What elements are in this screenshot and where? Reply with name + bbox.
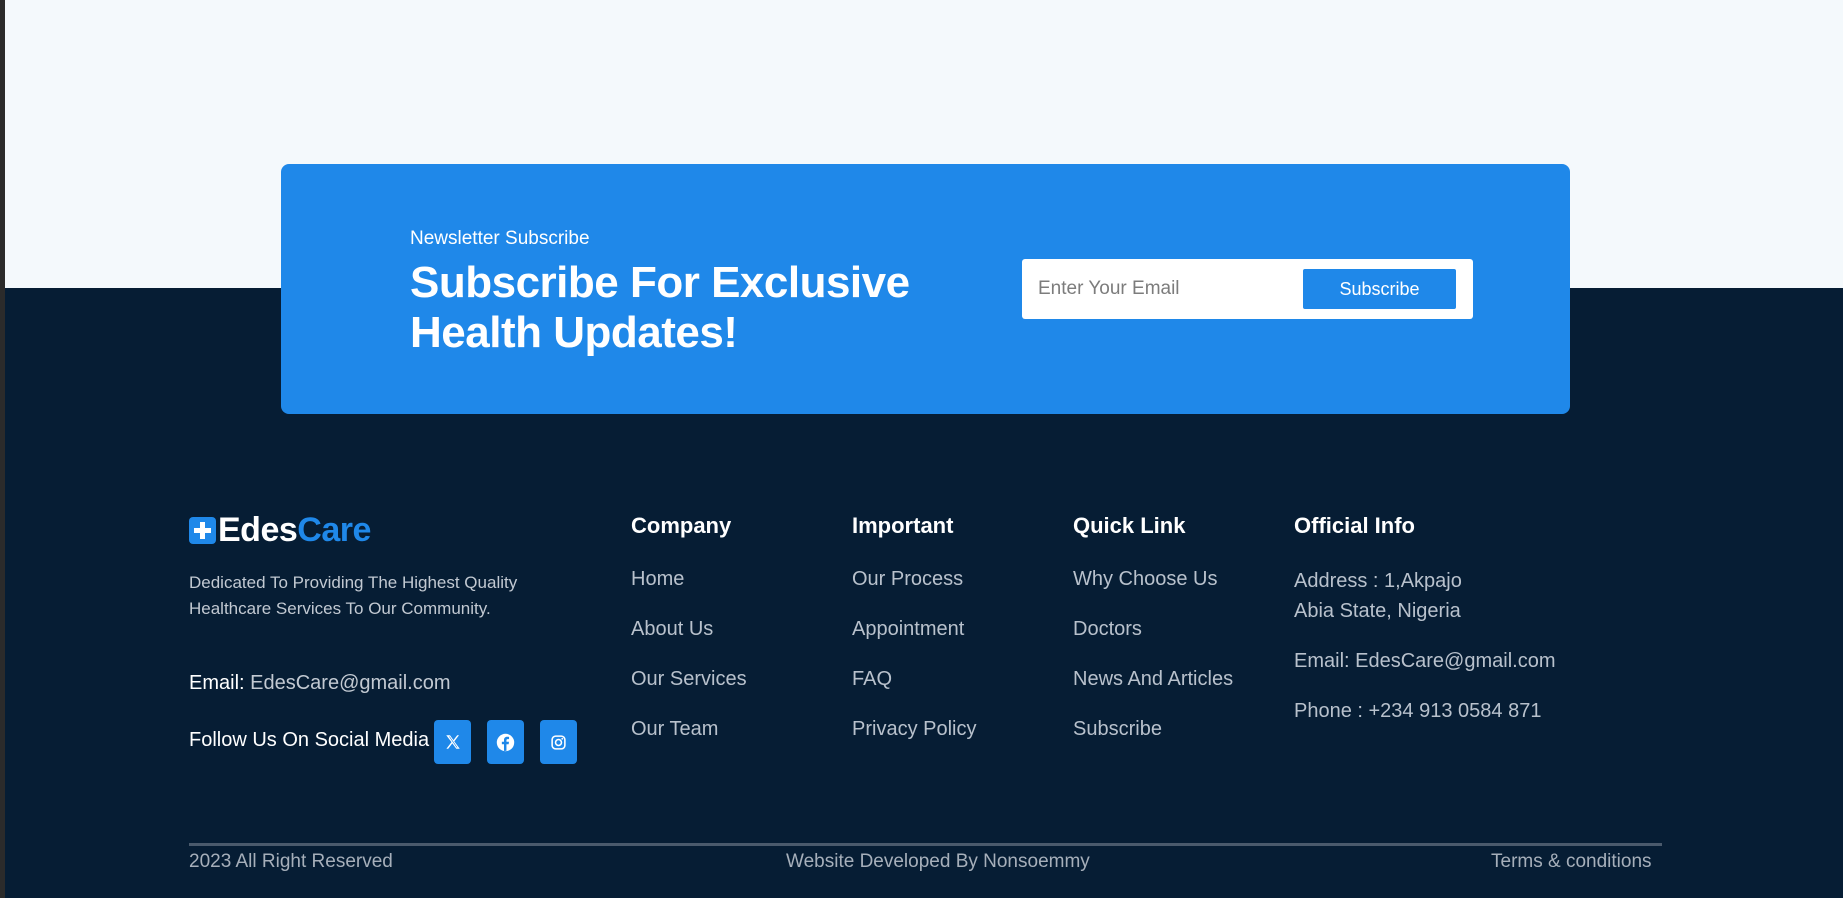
footer-column-quick-link: Quick Link Why Choose Us Doctors News An… (1073, 512, 1233, 766)
footer-column-company: Company Home About Us Our Services Our T… (631, 512, 747, 766)
footer-column-important: Important Our Process Appointment FAQ Pr… (852, 512, 976, 766)
newsletter-form: Subscribe (1022, 259, 1473, 319)
developer-credit: Website Developed By Nonsoemmy (786, 851, 1090, 872)
x-icon (445, 735, 460, 749)
instagram-button[interactable] (540, 720, 577, 764)
newsletter-title: Subscribe For Exclusive Health Updates! (410, 258, 910, 357)
official-email[interactable]: Email: EdesCare@gmail.com (1294, 646, 1556, 676)
newsletter-banner: Newsletter Subscribe Subscribe For Exclu… (281, 164, 1570, 414)
footer-link-our-process[interactable]: Our Process (852, 566, 976, 616)
column-title-important: Important (852, 513, 954, 538)
footer-link-our-services[interactable]: Our Services (631, 666, 747, 716)
column-title-company: Company (631, 513, 732, 538)
newsletter-kicker: Newsletter Subscribe (410, 228, 590, 249)
brand-tagline: Dedicated To Providing The Highest Quali… (189, 573, 518, 618)
brand-logo[interactable]: Edes Care (189, 510, 371, 549)
newsletter-email-input[interactable] (1022, 259, 1290, 319)
footer-link-about-us[interactable]: About Us (631, 616, 747, 666)
copyright-text: 2023 All Right Reserved (189, 851, 393, 872)
email-label: Email: (189, 672, 245, 694)
official-address-line2: Abia State, Nigeria (1294, 600, 1461, 622)
footer-link-why-choose-us[interactable]: Why Choose Us (1073, 566, 1233, 616)
email-value[interactable]: EdesCare@gmail.com (250, 672, 450, 694)
facebook-button[interactable] (487, 720, 524, 764)
footer-link-doctors[interactable]: Doctors (1073, 616, 1233, 666)
brand-email: Email: EdesCare@gmail.com (189, 672, 451, 695)
official-address-line1: Address : 1,Akpajo (1294, 570, 1462, 592)
column-title-official-info: Official Info (1294, 513, 1415, 538)
instagram-icon (551, 734, 566, 750)
footer-link-faq[interactable]: FAQ (852, 666, 976, 716)
footer-column-official-info: Official Info Address : 1,Akpajo Abia St… (1294, 512, 1556, 726)
footer-link-appointment[interactable]: Appointment (852, 616, 976, 666)
column-title-quick-link: Quick Link (1073, 513, 1186, 538)
footer-link-our-team[interactable]: Our Team (631, 716, 747, 766)
official-phone[interactable]: Phone : +234 913 0584 871 (1294, 696, 1556, 726)
facebook-icon (496, 733, 515, 751)
footer-link-privacy-policy[interactable]: Privacy Policy (852, 716, 976, 766)
social-media-label: Follow Us On Social Media (189, 729, 430, 751)
footer-link-home[interactable]: Home (631, 566, 747, 616)
footer-link-news-and-articles[interactable]: News And Articles (1073, 666, 1233, 716)
subscribe-button[interactable]: Subscribe (1303, 269, 1456, 309)
x-twitter-button[interactable] (434, 720, 471, 764)
brand-name-part2: Care (297, 510, 371, 549)
footer-link-subscribe[interactable]: Subscribe (1073, 716, 1233, 766)
footer-divider (189, 843, 1662, 846)
brand-name-part1: Edes (218, 510, 298, 549)
medical-cross-icon (189, 516, 216, 544)
terms-link[interactable]: Terms & conditions (1491, 851, 1652, 873)
